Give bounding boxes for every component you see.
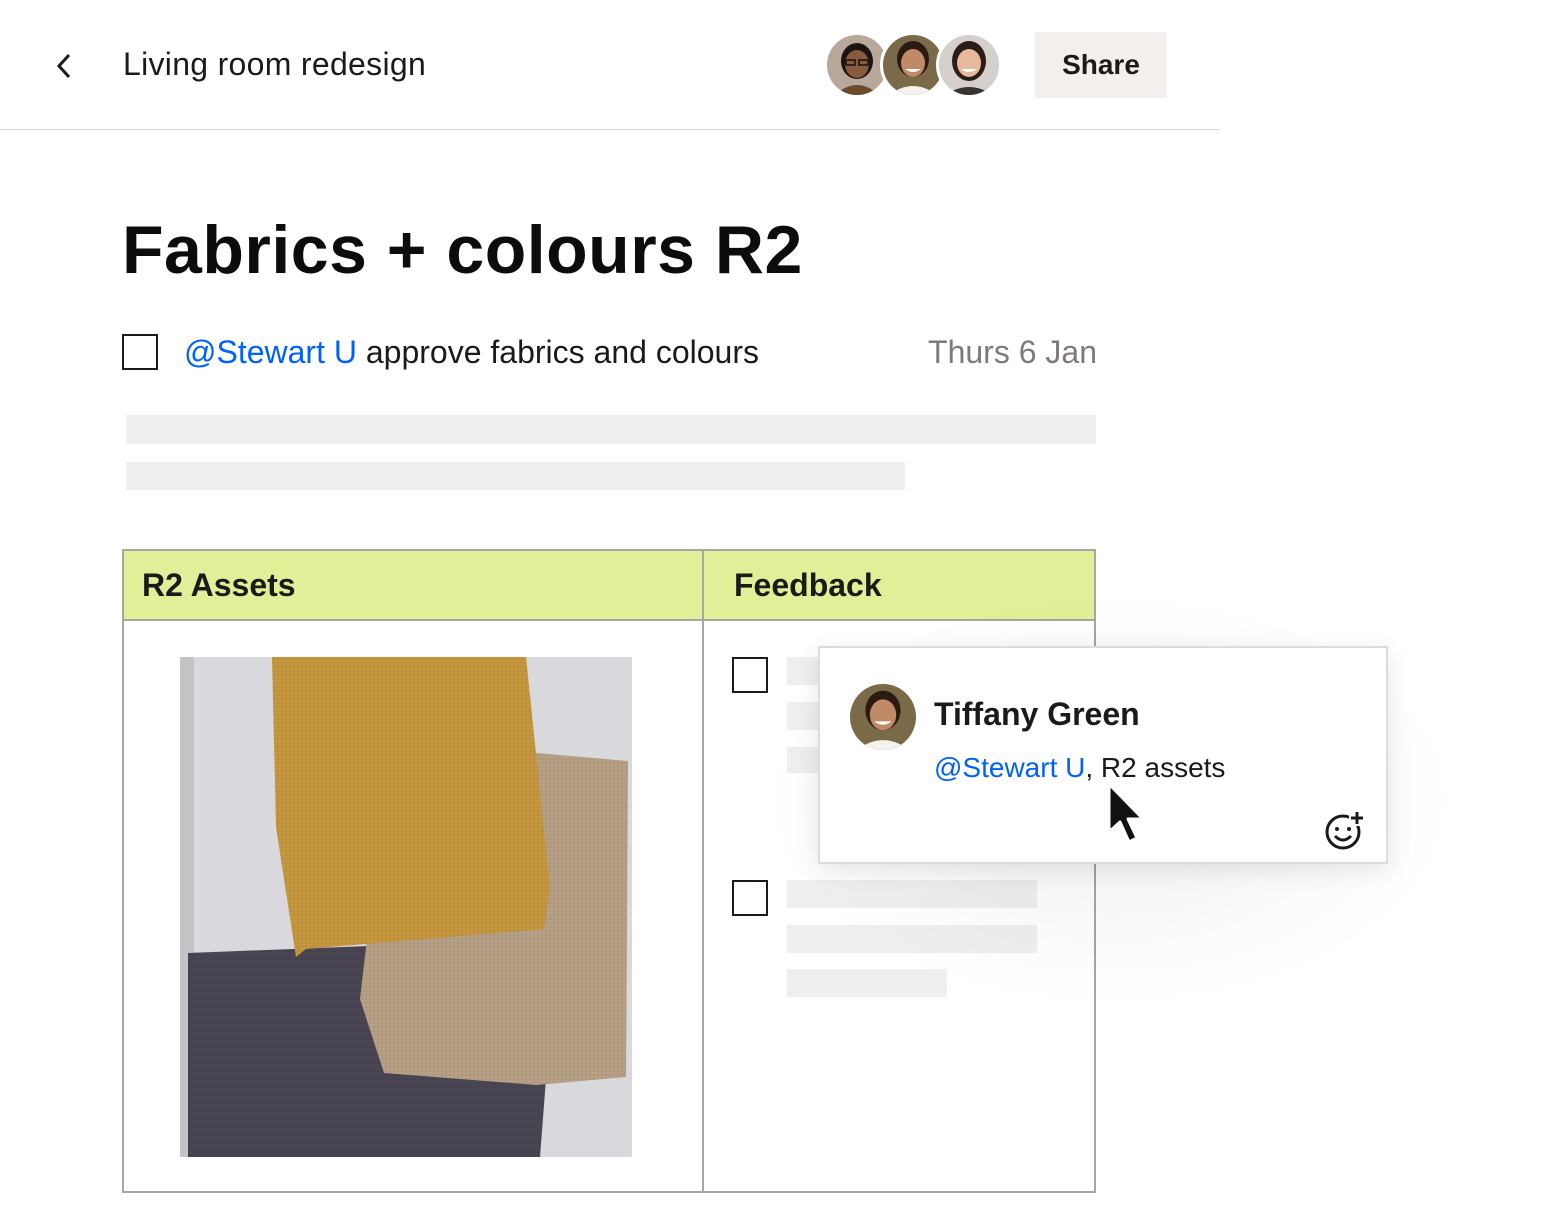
fabric-swatches-image[interactable] [180,657,632,1157]
column-divider [702,551,704,1191]
text-placeholder [126,415,1096,444]
person-2-avatar [883,35,943,95]
add-emoji-icon [1325,810,1365,850]
person-3-avatar [939,35,999,95]
page-title: Fabrics + colours R2 [122,212,803,288]
person-2-avatar [850,684,916,750]
task-checkbox[interactable] [122,334,158,370]
back-button[interactable] [44,44,84,88]
comment-author-avatar [850,684,916,750]
collaborator-avatars[interactable] [824,32,1002,100]
fabric-swatches-illustration [180,657,632,1157]
task-text: @Stewart U approve fabrics and colours [184,330,759,374]
mention-link[interactable]: @Stewart U [934,752,1085,783]
person-1-avatar [827,35,887,95]
add-reaction-button[interactable] [1323,808,1367,852]
task-item: @Stewart U approve fabrics and colours T… [122,330,1097,374]
comment-author-name: Tiffany Green [934,696,1140,732]
comment-message: , R2 assets [1085,752,1226,783]
avatar[interactable] [936,32,1002,98]
task-description: approve fabrics and colours [356,334,759,370]
top-bar: Living room redesign Share [0,0,1220,130]
mouse-cursor-icon [1107,782,1145,844]
text-placeholder [126,462,905,490]
task-due-date[interactable]: Thurs 6 Jan [928,330,1097,374]
share-button[interactable]: Share [1035,32,1167,98]
document-title: Living room redesign [123,46,427,82]
column-header-assets: R2 Assets [142,566,296,603]
comment-text: @Stewart U, R2 assets [934,752,1225,784]
comment-card[interactable]: Tiffany Green @Stewart U, R2 assets [818,646,1388,864]
chevron-left-icon [56,53,71,79]
mention-link[interactable]: @Stewart U [184,334,357,370]
